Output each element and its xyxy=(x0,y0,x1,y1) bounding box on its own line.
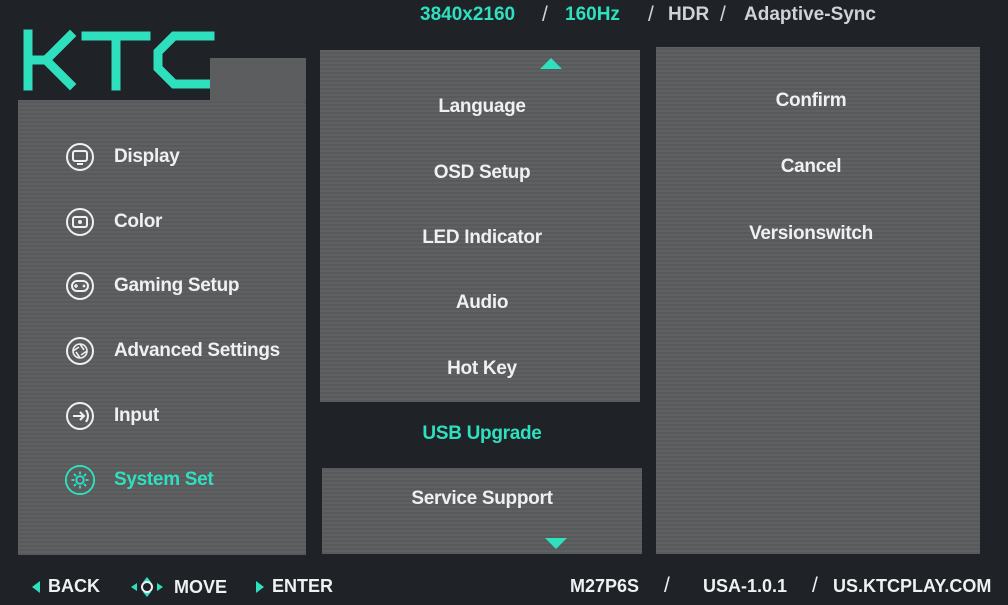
nav-item-label: Color xyxy=(114,211,163,232)
nav-item-label: Gaming Setup xyxy=(114,275,240,296)
nav-item-label: System Set xyxy=(114,469,214,490)
option-confirm[interactable]: Confirm xyxy=(656,83,966,119)
enter-hint[interactable]: ENTER xyxy=(256,576,333,597)
option-label: Cancel xyxy=(780,156,842,177)
menu-item-led-indicator[interactable]: LED Indicator xyxy=(322,218,642,258)
option-versionswitch[interactable]: Versionswitch xyxy=(656,216,966,252)
enter-label: ENTER xyxy=(272,576,334,596)
aperture-icon xyxy=(64,335,96,367)
right-arrow-icon xyxy=(256,580,264,593)
option-cancel[interactable]: Cancel xyxy=(656,149,966,185)
menu-item-label: OSD Setup xyxy=(433,162,531,183)
osd-screen: 3840x2160 / 160Hz / HDR / Adaptive-Sync xyxy=(0,0,1008,605)
display-icon xyxy=(64,141,96,173)
nav-item-input[interactable]: Input xyxy=(64,394,159,438)
nav-item-color[interactable]: Color xyxy=(64,200,162,244)
menu-item-language[interactable]: Language xyxy=(322,87,642,127)
dpad-icon xyxy=(130,576,164,598)
move-hint[interactable]: MOVE xyxy=(130,576,227,598)
nav-item-label: Input xyxy=(114,405,159,426)
adaptive-sync-text: Adaptive-Sync xyxy=(744,4,876,25)
ktc-logo xyxy=(22,28,217,92)
input-icon xyxy=(64,400,96,432)
menu-item-audio[interactable]: Audio xyxy=(322,283,642,323)
model-text: M27P6S xyxy=(570,576,640,596)
menu-item-osd-setup[interactable]: OSD Setup xyxy=(322,153,642,193)
scroll-up-arrow-icon[interactable] xyxy=(540,58,562,69)
nav-item-gaming-setup[interactable]: Gaming Setup xyxy=(64,264,240,308)
website-text: US.KTCPLAY.COM xyxy=(833,576,992,596)
option-label: Confirm xyxy=(775,90,847,111)
scroll-down-arrow-icon[interactable] xyxy=(545,538,567,549)
option-label: Versionswitch xyxy=(749,223,873,244)
refresh-rate-text: 160Hz xyxy=(565,4,620,25)
menu-item-label: Language xyxy=(438,96,526,117)
menu-item-usb-upgrade[interactable]: USB Upgrade xyxy=(322,403,642,465)
footer-separator: / xyxy=(664,574,670,597)
menu-item-label: Service Support xyxy=(411,488,553,509)
left-panel-notch xyxy=(210,58,306,102)
gamepad-icon xyxy=(64,270,96,302)
bottom-bar: BACK MOVE ENTER M27P6S / USA-1.0.1 / US.… xyxy=(0,566,1008,605)
menu-item-label: Hot Key xyxy=(447,358,517,379)
hdr-text: HDR xyxy=(668,4,710,25)
menu-item-service-support[interactable]: Service Support xyxy=(322,479,642,519)
back-label: BACK xyxy=(48,576,100,596)
nav-item-display[interactable]: Display xyxy=(64,135,180,179)
menu-item-label: LED Indicator xyxy=(422,227,542,248)
status-separator: / xyxy=(542,3,548,26)
resolution-text: 3840x2160 xyxy=(420,4,516,25)
gear-icon xyxy=(64,464,96,496)
footer-separator: / xyxy=(812,574,818,597)
menu-item-hot-key[interactable]: Hot Key xyxy=(322,349,642,389)
color-icon xyxy=(64,206,96,238)
option-panel xyxy=(656,47,980,554)
nav-item-label: Advanced Settings xyxy=(114,340,280,361)
menu-item-label: Audio xyxy=(455,292,509,313)
move-label: MOVE xyxy=(174,576,228,597)
nav-item-system-set[interactable]: System Set xyxy=(64,458,214,502)
left-arrow-icon xyxy=(32,580,40,593)
menu-item-label: USB Upgrade xyxy=(422,423,542,444)
firmware-text: USA-1.0.1 xyxy=(703,576,788,596)
nav-item-label: Display xyxy=(114,146,180,167)
status-separator: / xyxy=(648,3,654,26)
back-hint[interactable]: BACK xyxy=(32,576,100,597)
status-separator: / xyxy=(720,3,726,26)
nav-item-advanced-settings[interactable]: Advanced Settings xyxy=(64,329,280,373)
